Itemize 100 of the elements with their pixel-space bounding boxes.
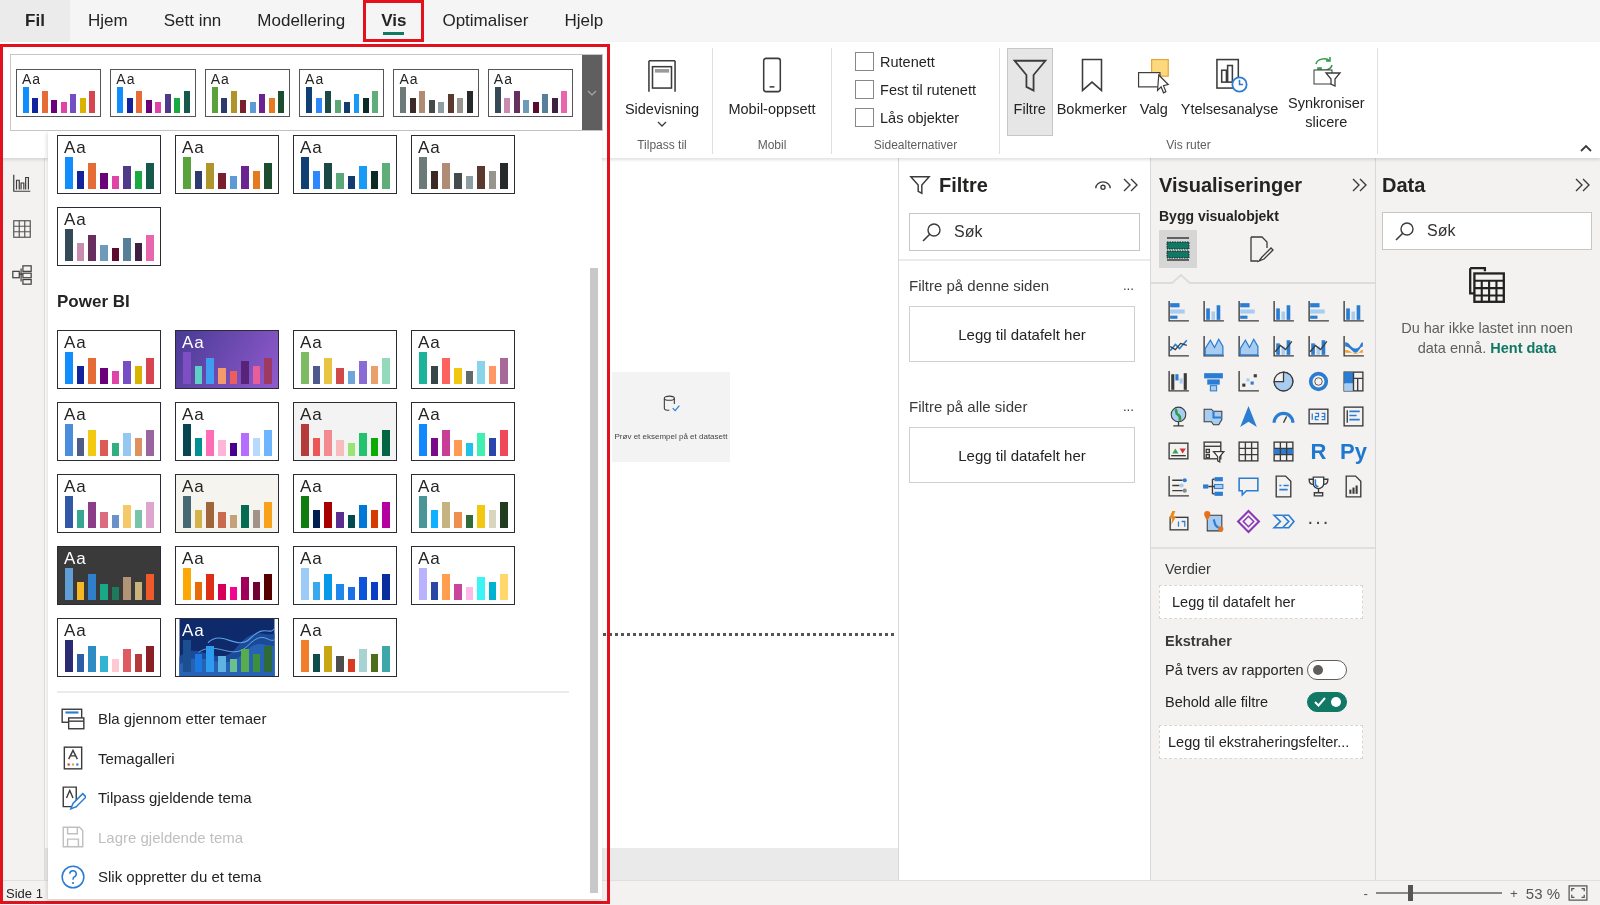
- theme-thumbnail[interactable]: Aa: [293, 330, 397, 389]
- theme-thumbnail[interactable]: Aa: [487, 68, 574, 117]
- decomposition-tree-icon[interactable]: [1201, 474, 1226, 499]
- drop-zone[interactable]: Legg til datafelt her: [909, 306, 1135, 362]
- search-field[interactable]: Søk: [1382, 212, 1592, 250]
- ribbon-button[interactable]: Valg: [1130, 48, 1177, 136]
- theme-thumbnail[interactable]: Aa: [57, 330, 161, 389]
- theme-thumbnail[interactable]: Aa: [299, 68, 385, 117]
- drop-zone[interactable]: Legg til datafelt her: [1159, 585, 1363, 619]
- table-icon[interactable]: [1236, 439, 1261, 464]
- more-button[interactable]: ...: [1122, 278, 1134, 293]
- theme-thumbnail[interactable]: Aa: [411, 135, 515, 194]
- ribbon-button[interactable]: Filtre: [1006, 48, 1053, 136]
- build-visual-tab[interactable]: [1159, 230, 1197, 268]
- ribbon-button[interactable]: Sidevisning: [620, 48, 704, 136]
- menu-item[interactable]: Slik oppretter du et tema: [57, 857, 357, 897]
- theme-thumbnail[interactable]: Aa: [411, 474, 515, 533]
- visual-type-button[interactable]: R: [1310, 438, 1327, 465]
- lightning-card-icon[interactable]: [1166, 509, 1191, 534]
- pie-chart-icon[interactable]: [1271, 369, 1296, 394]
- theme-thumbnail[interactable]: Aa: [175, 330, 279, 389]
- theme-thumbnail[interactable]: Aa: [57, 207, 161, 266]
- combo-chart-icon[interactable]: [1306, 334, 1331, 359]
- waterfall-chart-icon[interactable]: [1166, 369, 1191, 394]
- menu-tab[interactable]: Vis: [363, 0, 425, 42]
- zoom-out-button[interactable]: -: [1363, 885, 1368, 901]
- checkbox[interactable]: [855, 52, 875, 71]
- menu-tab[interactable]: Modellering: [239, 0, 364, 42]
- menu-item[interactable]: Temagalleri: [57, 738, 357, 778]
- column-chart-icon[interactable]: [1201, 299, 1226, 324]
- collapse-ribbon-icon[interactable]: [1580, 144, 1592, 152]
- more-button[interactable]: ···: [1307, 510, 1330, 533]
- theme-thumbnail[interactable]: Aa: [175, 135, 279, 194]
- list-icon[interactable]: [1341, 404, 1366, 429]
- theme-thumbnail[interactable]: Aa: [293, 546, 397, 605]
- theme-thumbnail[interactable]: Aa: [175, 474, 279, 533]
- model-view-icon[interactable]: [11, 264, 33, 286]
- donut-chart-icon[interactable]: [1306, 369, 1331, 394]
- ribbon-button[interactable]: Ytelsesanalyse: [1176, 48, 1283, 136]
- theme-thumbnail[interactable]: Aa: [57, 135, 161, 194]
- diamond-icon[interactable]: [1236, 509, 1261, 534]
- slicer-icon[interactable]: [1201, 439, 1226, 464]
- theme-thumbnail[interactable]: Aa: [57, 618, 161, 677]
- theme-thumbnail[interactable]: Aa: [110, 68, 196, 117]
- checkbox-label[interactable]: Lås objekter: [880, 109, 960, 126]
- drop-zone[interactable]: Legg til ekstraheringsfelter...: [1159, 725, 1363, 759]
- theme-thumbnail[interactable]: Aa: [411, 402, 515, 461]
- theme-thumbnail[interactable]: Aa: [175, 546, 279, 605]
- bar-chart-icon[interactable]: [1236, 299, 1261, 324]
- theme-thumbnail[interactable]: Aa: [57, 474, 161, 533]
- bar-chart-icon[interactable]: [1306, 299, 1331, 324]
- checkbox[interactable]: [855, 80, 875, 99]
- theme-thumbnail[interactable]: Aa: [411, 330, 515, 389]
- toggle-switch[interactable]: [1307, 660, 1347, 680]
- theme-thumbnail[interactable]: Aa: [393, 68, 479, 117]
- visual-type-button[interactable]: Py: [1340, 438, 1367, 465]
- theme-thumbnail[interactable]: Aa: [293, 135, 397, 194]
- theme-thumbnail[interactable]: Aa: [293, 402, 397, 461]
- eye-icon[interactable]: [1094, 178, 1112, 192]
- menu-tab[interactable]: Hjelp: [546, 0, 622, 42]
- report-view-icon[interactable]: [11, 172, 33, 194]
- checkbox-label[interactable]: Fest til rutenett: [880, 81, 976, 98]
- theme-thumbnail[interactable]: Aa: [175, 402, 279, 461]
- drop-zone[interactable]: Legg til datafelt her: [909, 427, 1135, 483]
- theme-thumbnail[interactable]: Aa: [411, 546, 515, 605]
- menu-item[interactable]: Bla gjennom etter temaer: [57, 699, 357, 739]
- ribbon-button[interactable]: Mobil-oppsett: [724, 48, 820, 136]
- theme-thumbnail[interactable]: Aa: [293, 474, 397, 533]
- speech-bubble-icon[interactable]: [1236, 474, 1261, 499]
- checkbox-label[interactable]: Rutenett: [880, 53, 935, 70]
- slider-thumb[interactable]: [1408, 885, 1413, 901]
- theme-thumbnail[interactable]: Aa: [16, 68, 102, 117]
- map-pin-icon[interactable]: [1201, 509, 1226, 534]
- scrollbar-thumb[interactable]: [590, 268, 598, 893]
- ribbon-chart-icon[interactable]: [1341, 334, 1366, 359]
- theme-thumbnail[interactable]: Aa: [57, 546, 161, 605]
- toggle-switch[interactable]: [1307, 692, 1347, 712]
- trophy-icon[interactable]: [1306, 474, 1331, 499]
- zoom-in-button[interactable]: +: [1510, 885, 1518, 901]
- menu-tab[interactable]: Fil: [0, 0, 70, 42]
- ribbon-button[interactable]: Bokmerker: [1052, 48, 1131, 136]
- scatter-chart-icon[interactable]: [1236, 369, 1261, 394]
- fit-to-page-icon[interactable]: [1568, 885, 1588, 901]
- checkbox[interactable]: [855, 108, 875, 127]
- area-chart-icon[interactable]: [1236, 334, 1261, 359]
- column-chart-icon[interactable]: [1341, 299, 1366, 324]
- line-chart-icon[interactable]: [1166, 334, 1191, 359]
- influencer-chart-icon[interactable]: [1166, 474, 1191, 499]
- search-field[interactable]: Søk: [909, 213, 1140, 251]
- table-view-icon[interactable]: [11, 218, 33, 240]
- theme-thumbnail[interactable]: Aa: [57, 402, 161, 461]
- ribbon-button[interactable]: Synkroniser slicere: [1282, 48, 1371, 136]
- combo-chart-icon[interactable]: [1271, 334, 1296, 359]
- more-button[interactable]: ...: [1122, 399, 1134, 414]
- column-chart-icon[interactable]: [1271, 299, 1296, 324]
- get-data-link[interactable]: Hent data: [1490, 340, 1557, 356]
- matrix-icon[interactable]: [1271, 439, 1296, 464]
- bar-chart-icon[interactable]: [1166, 299, 1191, 324]
- area-chart-icon[interactable]: [1201, 334, 1226, 359]
- treemap-icon[interactable]: [1341, 369, 1366, 394]
